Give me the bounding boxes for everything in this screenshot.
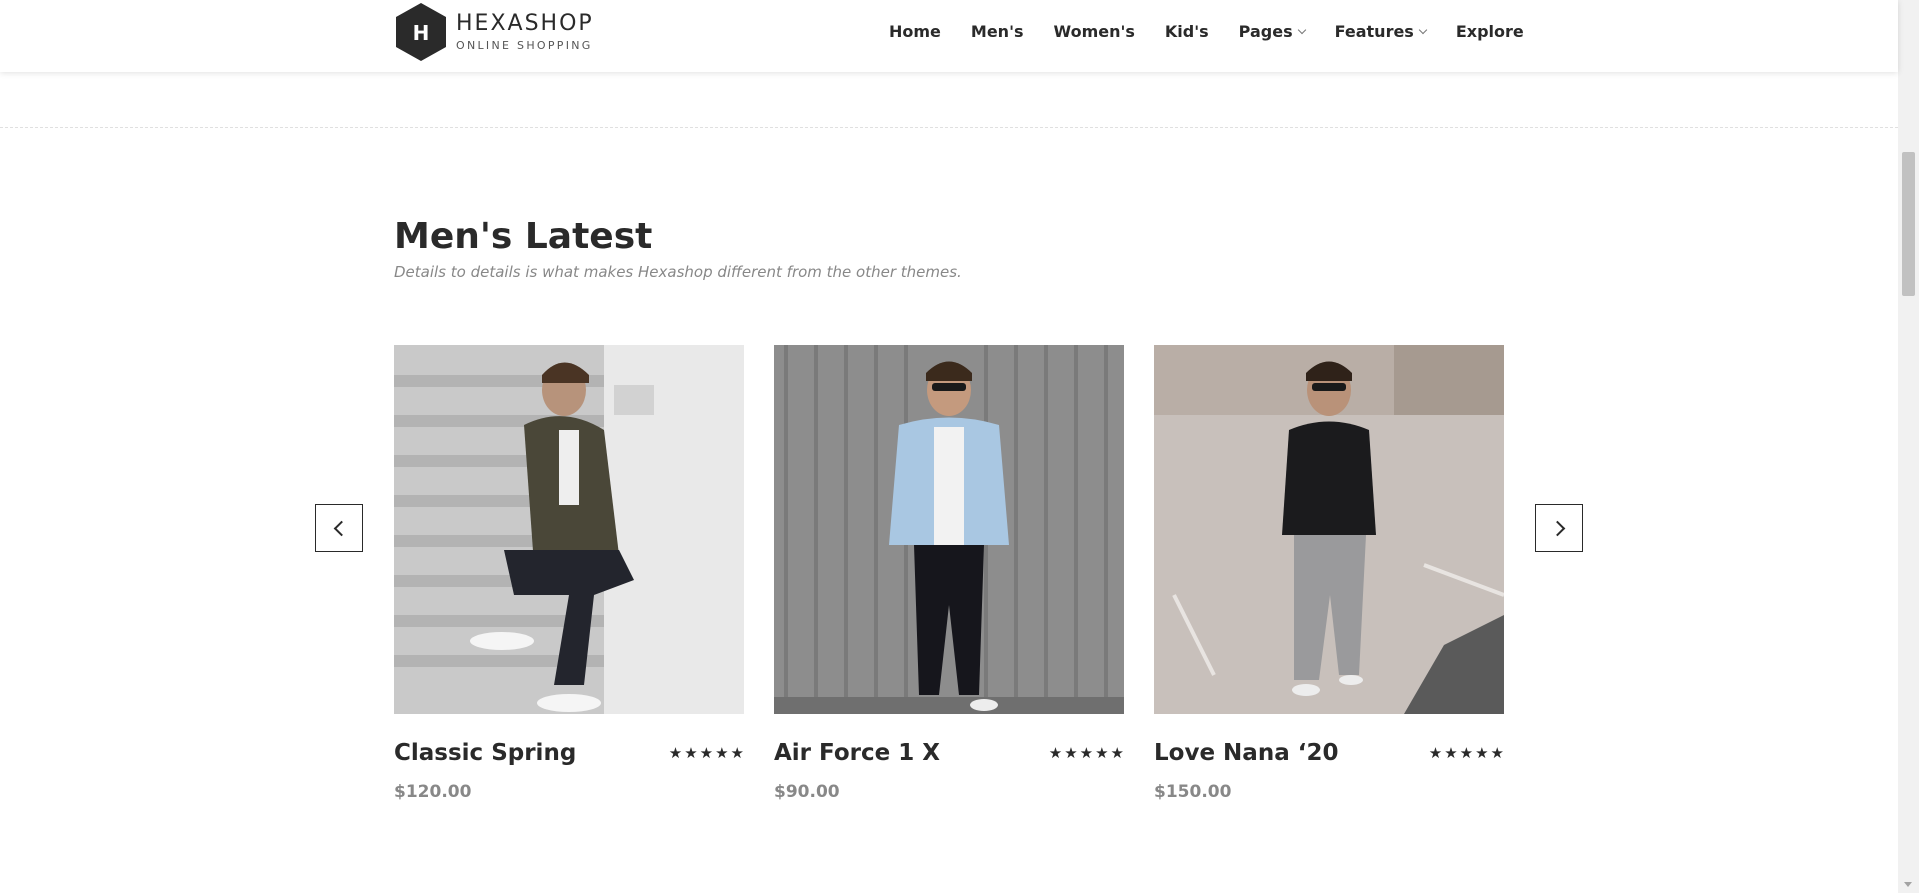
nav-label: Pages [1238, 22, 1293, 41]
nav-label: Features [1334, 22, 1414, 41]
nav-item-explore[interactable]: Explore [1456, 22, 1524, 41]
hexagon-logo-icon: H [396, 3, 446, 61]
star-icon: ★ [684, 744, 698, 762]
carousel-prev-button[interactable] [315, 504, 363, 552]
star-icon: ★ [1490, 744, 1504, 762]
site-logo[interactable]: H HEXASHOP ONLINE SHOPPING [394, 2, 594, 62]
product-card[interactable]: Love Nana ‘20 ★ ★ ★ ★ ★ $150.00 [1154, 345, 1504, 802]
star-icon: ★ [1095, 744, 1109, 762]
nav-item-womens[interactable]: Women's [1054, 22, 1135, 41]
nav-label: Home [889, 22, 941, 41]
star-icon: ★ [1459, 744, 1474, 762]
section-subtitle: Details to details is what makes Hexasho… [394, 263, 962, 281]
star-icon: ★ [1110, 744, 1124, 762]
nav-item-mens[interactable]: Men's [971, 22, 1024, 41]
star-icon: ★ [1428, 744, 1443, 762]
star-icon: ★ [715, 744, 729, 762]
scrollbar-thumb[interactable] [1902, 152, 1915, 296]
product-image[interactable] [1154, 345, 1504, 714]
product-price: $120.00 [394, 782, 472, 802]
section-title: Men's Latest [394, 216, 653, 257]
nav-label: Women's [1053, 22, 1135, 41]
section-divider [0, 127, 1898, 128]
star-icon: ★ [1079, 744, 1094, 762]
product-rating: ★ ★ ★ ★ ★ [667, 746, 744, 761]
logo-text: HEXASHOP ONLINE SHOPPING [456, 11, 594, 52]
star-icon: ★ [730, 744, 744, 762]
vertical-scrollbar[interactable] [1898, 0, 1919, 893]
product-price: $90.00 [774, 782, 840, 802]
carousel-next-button[interactable] [1535, 504, 1583, 552]
star-icon: ★ [1444, 744, 1458, 762]
nav-label: Explore [1455, 22, 1524, 41]
nav-label: Kid's [1164, 22, 1209, 41]
chevron-left-icon [333, 520, 349, 536]
nav-item-features[interactable]: Features [1334, 22, 1428, 41]
product-name[interactable]: Air Force 1 X [774, 740, 940, 766]
product-image[interactable] [774, 345, 1124, 714]
brand-name: HEXASHOP [456, 11, 594, 36]
star-icon: ★ [699, 744, 714, 762]
product-rating: ★ ★ ★ ★ ★ [1047, 746, 1124, 761]
product-card[interactable]: Classic Spring ★ ★ ★ ★ ★ $120.00 [394, 345, 744, 802]
product-rating: ★ ★ ★ ★ ★ [1427, 746, 1504, 761]
site-header: H HEXASHOP ONLINE SHOPPING Home Men's Wo… [0, 0, 1898, 72]
nav-item-pages[interactable]: Pages [1238, 22, 1306, 41]
scroll-down-arrow-icon[interactable] [1904, 882, 1912, 887]
star-icon: ★ [1048, 744, 1063, 762]
chevron-down-icon [1418, 25, 1428, 34]
chevron-down-icon [1297, 25, 1306, 34]
chevron-right-icon [1549, 520, 1565, 536]
nav-label: Men's [970, 22, 1024, 41]
nav-item-kids[interactable]: Kid's [1165, 22, 1209, 41]
product-name[interactable]: Classic Spring [394, 740, 576, 766]
logo-letter: H [413, 21, 430, 45]
star-icon: ★ [668, 744, 683, 762]
product-card[interactable]: Air Force 1 X ★ ★ ★ ★ ★ $90.00 [774, 345, 1124, 802]
product-name[interactable]: Love Nana ‘20 [1154, 740, 1338, 766]
star-icon: ★ [1064, 744, 1078, 762]
main-nav: Home Men's Women's Kid's Pages Features … [889, 22, 1524, 41]
product-image[interactable] [394, 345, 744, 714]
product-price: $150.00 [1154, 782, 1232, 802]
brand-tagline: ONLINE SHOPPING [456, 39, 593, 52]
nav-item-home[interactable]: Home [889, 22, 941, 41]
star-icon: ★ [1475, 744, 1489, 762]
